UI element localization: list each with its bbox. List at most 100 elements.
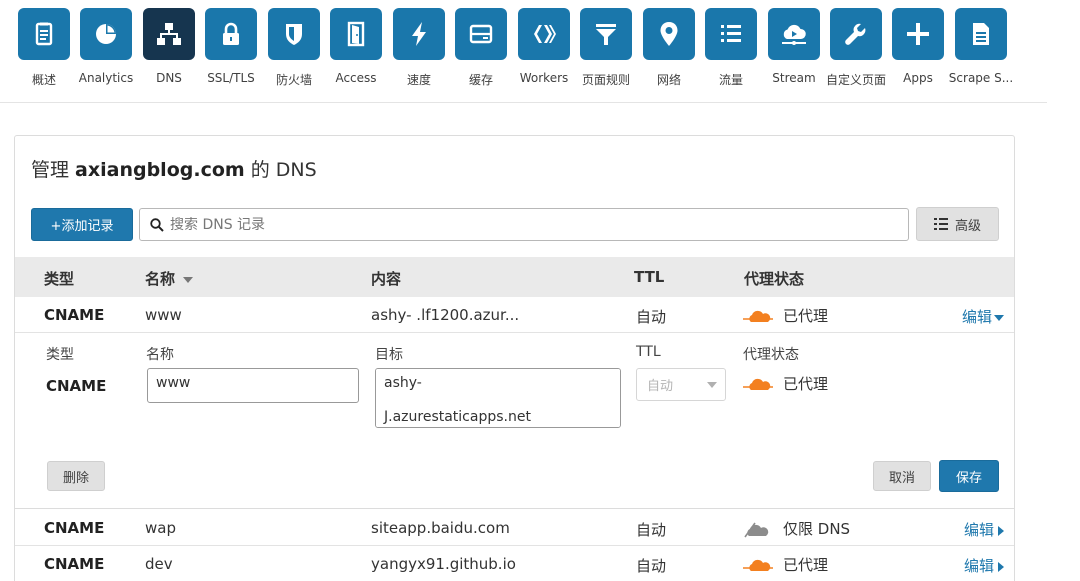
proxy-status: 仅限 DNS <box>743 518 850 539</box>
proxied-cloud-icon <box>743 559 773 571</box>
nav-item-speed[interactable]: 速度 <box>384 8 454 92</box>
nav-label: Stream <box>772 71 816 85</box>
nav-item-workers[interactable]: Workers <box>509 8 579 92</box>
table-row[interactable]: CNAME dev yangyx91.github.io 自动 已代理 编辑 <box>15 546 1014 581</box>
proxy-label: 仅限 DNS <box>783 520 851 538</box>
proxied-cloud-icon <box>743 310 773 322</box>
title-suffix: 的 DNS <box>244 159 317 181</box>
caret-right-icon <box>998 561 1004 572</box>
nav-label: DNS <box>156 71 182 85</box>
nav-item-network[interactable]: 网络 <box>634 8 704 92</box>
nav-label: 概述 <box>31 73 56 87</box>
edit-link[interactable]: 编辑 <box>964 555 1004 576</box>
nav-label: Access <box>335 71 377 85</box>
header-ttl: TTL <box>634 268 665 286</box>
nav-label: SSL/TLS <box>207 71 255 85</box>
door-icon <box>330 8 382 60</box>
table-row[interactable]: CNAME www ashy- .lf1200.azur... 自动 已代理 编… <box>15 297 1014 333</box>
caret-down-icon <box>994 314 1004 321</box>
edit-record-panel: 类型 名称 目标 TTL 代理状态 CNAME www ashy- J.azur… <box>15 333 1014 509</box>
record-content: siteapp.baidu.com <box>371 519 510 537</box>
domain-name: axiangblog.com <box>75 159 245 181</box>
add-record-button[interactable]: +添加记录 <box>31 208 133 241</box>
analytics-icon <box>80 8 132 60</box>
cancel-button[interactable]: 取消 <box>873 461 931 491</box>
chevron-down-icon <box>707 382 717 388</box>
edit-label: 编辑 <box>961 308 992 326</box>
nav-item-traffic[interactable]: 流量 <box>696 8 766 92</box>
nav-item-firewall[interactable]: 防火墙 <box>259 8 329 92</box>
location-pin-icon <box>643 8 695 60</box>
nav-label: 页面规则 <box>581 73 630 87</box>
nav-item-stream[interactable]: Stream <box>759 8 829 92</box>
search-icon <box>150 217 164 232</box>
nav-label: 网络 <box>656 73 681 87</box>
dns-icon <box>143 8 195 60</box>
nav-item-ssl-tls[interactable]: SSL/TLS <box>196 8 266 92</box>
header-type: 类型 <box>44 270 75 288</box>
edit-link-expanded[interactable]: 编辑 <box>962 306 1004 327</box>
edit-name-label: 名称 <box>146 347 174 363</box>
advanced-list-icon <box>933 218 948 230</box>
edit-proxy-toggle[interactable]: 已代理 <box>743 373 828 394</box>
header-proxy-status: 代理状态 <box>744 270 805 288</box>
caret-right-icon <box>998 525 1004 536</box>
search-input[interactable] <box>170 216 870 233</box>
nav-label: 缓存 <box>468 73 493 87</box>
record-content: yangyx91.github.io <box>371 555 516 573</box>
nav-item-dns[interactable]: DNS <box>134 8 204 92</box>
edit-ttl-label: TTL <box>636 344 661 360</box>
nav-item-analytics[interactable]: Analytics <box>71 8 141 92</box>
nav-item-custom-pages[interactable]: 自定义页面 <box>821 8 891 92</box>
edit-label: 编辑 <box>963 557 994 575</box>
save-button[interactable]: 保存 <box>939 460 999 492</box>
nav-label: 流量 <box>718 73 743 87</box>
list-icon <box>705 8 757 60</box>
nav-item-page-rules[interactable]: 页面规则 <box>571 8 641 92</box>
nav-item-access[interactable]: Access <box>321 8 391 92</box>
target-field[interactable]: ashy- J.azurestaticapps.net <box>375 368 621 428</box>
delete-button[interactable]: 删除 <box>47 461 105 491</box>
proxy-label: 已代理 <box>783 556 829 574</box>
search-box <box>139 208 909 241</box>
header-name: 名称 <box>145 270 176 288</box>
edit-type-label: 类型 <box>46 347 74 363</box>
record-name: www <box>145 306 182 324</box>
advanced-button[interactable]: 高级 <box>916 207 999 241</box>
table-row[interactable]: CNAME wap siteapp.baidu.com 自动 仅限 DNS 编辑 <box>15 510 1014 546</box>
record-type: CNAME <box>44 555 105 573</box>
nav-label: Workers <box>519 71 569 85</box>
record-name: dev <box>145 555 173 573</box>
page-title: 管理 axiangblog.com 的 DNS <box>31 155 317 182</box>
top-navigation: 概述 Analytics DNS SSL/TLS 防火墙 Access 速度 缓… <box>0 0 1047 103</box>
nav-label: 防火墙 <box>275 73 312 87</box>
record-ttl: 自动 <box>636 521 667 539</box>
edit-label: 编辑 <box>963 521 994 539</box>
edit-type-value: CNAME <box>46 377 107 395</box>
nav-label: 自定义页面 <box>825 73 886 87</box>
advanced-label: 高级 <box>954 218 981 234</box>
nav-label: Apps <box>903 71 933 85</box>
proxy-status: 已代理 <box>743 554 828 575</box>
ttl-select-value: 自动 <box>647 379 674 394</box>
name-field[interactable]: www <box>147 368 359 403</box>
nav-label: 速度 <box>406 73 431 87</box>
dns-card: 管理 axiangblog.com 的 DNS +添加记录 高级 类型 名称 内… <box>14 135 1015 581</box>
shield-icon <box>268 8 320 60</box>
record-type: CNAME <box>44 306 105 324</box>
header-name-sortable[interactable]: 名称 <box>145 268 194 289</box>
record-name: wap <box>145 519 176 537</box>
nav-item-scrape-shield[interactable]: Scrape S... <box>946 8 1016 92</box>
cache-icon <box>455 8 507 60</box>
ttl-select[interactable]: 自动 <box>636 368 726 401</box>
nav-item-overview[interactable]: 概述 <box>9 8 79 92</box>
edit-link[interactable]: 编辑 <box>964 519 1004 540</box>
nav-label: Scrape S... <box>948 71 1014 85</box>
nav-item-cache[interactable]: 缓存 <box>446 8 516 92</box>
nav-item-apps[interactable]: Apps <box>883 8 953 92</box>
sort-down-icon <box>183 276 194 283</box>
lightning-icon <box>393 8 445 60</box>
edit-target-label: 目标 <box>375 347 403 363</box>
record-type: CNAME <box>44 519 105 537</box>
title-prefix: 管理 <box>31 159 76 181</box>
